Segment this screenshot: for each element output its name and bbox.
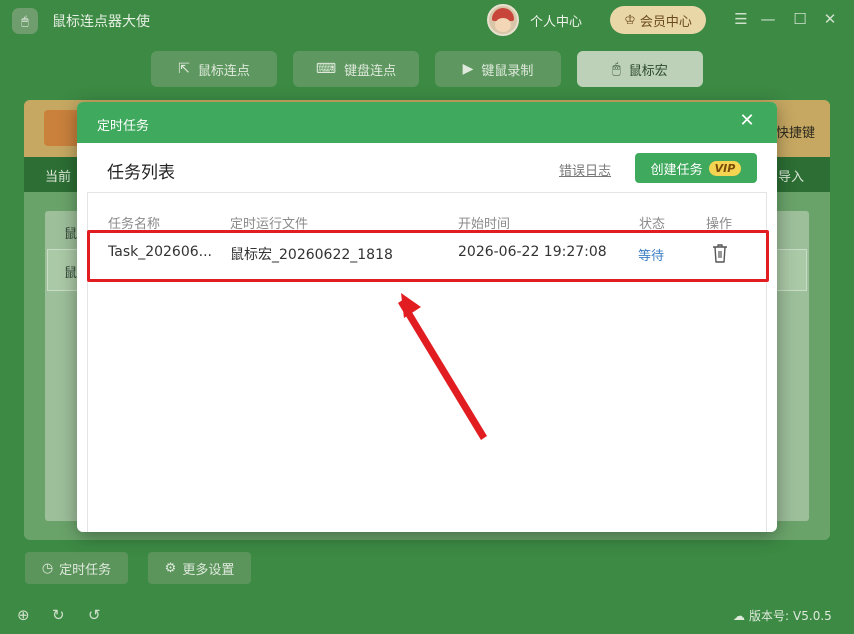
clock-icon: ◷ xyxy=(41,560,54,576)
vip-badge: VIP xyxy=(708,160,742,176)
minimize-icon[interactable]: — xyxy=(758,10,778,28)
import-button[interactable]: 导入 xyxy=(778,166,804,185)
globe-icon[interactable]: ⊕ xyxy=(17,606,30,624)
avatar[interactable] xyxy=(487,4,519,36)
task-list-title: 任务列表 xyxy=(107,163,175,183)
vip-center-button[interactable]: ♔ 会员中心 xyxy=(610,6,706,34)
version-number: V5.0.5 xyxy=(793,608,832,623)
maximize-icon[interactable]: ☐ xyxy=(790,10,810,28)
menu-icon[interactable]: ☰ xyxy=(731,10,751,28)
mouse-icon: 🖱 xyxy=(612,61,621,77)
mode-record[interactable]: ▶ 键鼠录制 xyxy=(435,51,561,87)
mode-mouse-click[interactable]: ⇱ 鼠标连点 xyxy=(151,51,277,87)
table-header-cell: 鼠 xyxy=(64,227,78,242)
cloud-icon: ☁ xyxy=(733,608,745,623)
refresh-icon[interactable]: ↺ xyxy=(88,606,101,624)
mode-keyboard-click[interactable]: ⌨ 键盘连点 xyxy=(293,51,419,87)
mode-label: 键盘连点 xyxy=(344,63,397,79)
version-info: ☁ 版本号: V5.0.5 xyxy=(733,607,832,624)
record-icon: ▶ xyxy=(462,61,474,77)
mode-label: 鼠标连点 xyxy=(197,63,250,79)
create-task-label: 创建任务 xyxy=(650,162,703,178)
more-settings-button[interactable]: ⚙ 更多设置 xyxy=(148,552,251,584)
strip-left-label: 当前 xyxy=(45,170,72,185)
scheduled-task-dialog: 定时任务 ✕ 任务列表 错误日志 创建任务 VIP 任务名称 定时运行文件 开始… xyxy=(77,102,777,532)
shortcut-key-label[interactable]: 快捷键 xyxy=(776,122,815,141)
support-icon[interactable]: ↻ xyxy=(52,606,65,624)
keyboard-icon: ⌨ xyxy=(315,61,337,77)
error-log-link[interactable]: 错误日志 xyxy=(559,160,611,179)
gear-icon: ⚙ xyxy=(164,560,177,576)
more-settings-label: 更多设置 xyxy=(182,562,235,578)
close-window-icon[interactable]: ✕ xyxy=(820,10,840,28)
version-label: 版本号: xyxy=(749,609,790,623)
mode-label: 鼠标宏 xyxy=(628,63,668,79)
table-row-label: 鼠 xyxy=(64,266,78,281)
vip-center-label: 会员中心 xyxy=(639,14,692,30)
task-row-highlight xyxy=(87,230,769,282)
mode-mouse-macro[interactable]: 🖱 鼠标宏 xyxy=(577,51,703,87)
app-title: 鼠标连点器大使 xyxy=(52,14,150,30)
user-center-link[interactable]: 个人中心 xyxy=(530,11,582,30)
dialog-header: 定时任务 ✕ xyxy=(77,102,777,143)
scheduled-task-label: 定时任务 xyxy=(59,562,112,578)
app-logo-icon: 🖱 xyxy=(12,8,38,34)
title-bar: 🖱 鼠标连点器大使 个人中心 ♔ 会员中心 ☰ — ☐ ✕ xyxy=(0,0,854,40)
scheduled-task-button[interactable]: ◷ 定时任务 xyxy=(25,552,128,584)
cursor-icon: ⇱ xyxy=(178,61,190,77)
close-icon[interactable]: ✕ xyxy=(737,110,757,134)
mode-label: 键鼠录制 xyxy=(481,63,534,79)
dialog-title: 定时任务 xyxy=(97,119,150,134)
crown-icon: ♔ xyxy=(624,12,636,28)
create-task-button[interactable]: 创建任务 VIP xyxy=(635,153,757,183)
